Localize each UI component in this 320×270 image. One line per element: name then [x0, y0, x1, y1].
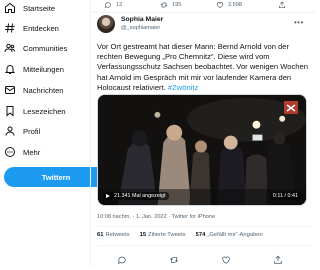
likes-stat[interactable]: 574 „Gefällt mir“-Angaben	[196, 232, 263, 238]
sidebar-item-label: Mitteilungen	[23, 64, 64, 74]
hashtag-link[interactable]: #Zwönitz	[168, 83, 198, 92]
communities-icon	[4, 42, 16, 54]
author-handle[interactable]: @_sophiamaier	[121, 25, 160, 31]
sidebar-item-communities[interactable]: Communities	[4, 40, 67, 56]
separator	[91, 12, 316, 13]
like-action[interactable]: 3.598	[216, 1, 242, 9]
video-player[interactable]: 21.341 Mal angezeigt 0:11 / 0:41	[97, 94, 307, 206]
sidebar-item-startseite[interactable]: Startseite	[4, 0, 55, 16]
reply-action[interactable]: 12	[104, 1, 122, 9]
mail-icon	[4, 84, 16, 96]
avatar[interactable]	[97, 15, 115, 33]
tweet-stats: 61 Retweets 15 Zitierte Tweets 574 „Gefällt…	[97, 232, 263, 238]
retweet-icon	[160, 2, 168, 8]
profile-icon	[4, 125, 16, 137]
hashtag-icon	[4, 22, 16, 34]
channel-logo-icon	[284, 101, 298, 114]
quotes-stat[interactable]: 15 Zitierte Tweets	[140, 232, 186, 238]
video-views: 21.341 Mal angezeigt	[114, 193, 166, 199]
separator	[97, 226, 313, 227]
sidebar-item-label: Profil	[23, 126, 41, 136]
like-button[interactable]	[221, 252, 231, 264]
share-icon	[274, 255, 282, 264]
share-icon	[279, 1, 285, 8]
play-icon	[106, 194, 110, 198]
sidebar-item-label: Entdecken	[23, 23, 59, 33]
bell-icon	[4, 63, 16, 75]
sidebar-item-nachrichten[interactable]: Nachrichten	[4, 82, 64, 98]
sidebar-item-label: Startseite	[23, 3, 56, 13]
column-divider	[90, 0, 91, 267]
tweet-button[interactable]: Twittern	[4, 167, 108, 187]
separator	[97, 245, 313, 246]
home-icon	[4, 2, 16, 14]
sidebar-item-label: Lesezeichen	[23, 106, 66, 116]
video-time: 0:11 / 0:41	[269, 192, 301, 200]
sidebar-item-label: Mehr	[23, 147, 41, 157]
video-views-badge: 21.341 Mal angezeigt	[103, 192, 169, 200]
tweet-meta: 10:08 nachm. · 1. Jan. 2022 · Twitter fo…	[97, 214, 216, 220]
sidebar-item-profil[interactable]: Profil	[4, 123, 40, 139]
sidebar-item-label: Communities	[23, 43, 68, 53]
sidebar-item-mehr[interactable]: Mehr	[4, 144, 40, 160]
tweet-actions	[97, 250, 313, 265]
retweet-count: 195	[172, 2, 182, 8]
reply-icon	[104, 2, 111, 9]
share-action[interactable]	[278, 1, 290, 9]
sidebar: Startseite Entdecken Communities Mitteil…	[0, 0, 108, 267]
reply-count: 12	[116, 2, 123, 8]
tweet-text: Vor Ort gestreamt hat dieser Mann: Bernd…	[97, 42, 313, 93]
sidebar-item-mitteilungen[interactable]: Mitteilungen	[4, 61, 64, 77]
heart-icon	[217, 2, 223, 9]
sidebar-item-entdecken[interactable]: Entdecken	[4, 20, 59, 36]
retweet-icon	[169, 257, 179, 263]
more-circle-icon	[4, 146, 16, 158]
retweets-stat[interactable]: 61 Retweets	[97, 232, 130, 238]
previous-tweet-actions: 12 195 3.598	[98, 0, 308, 12]
reply-icon	[118, 256, 126, 265]
sidebar-item-lesezeichen[interactable]: Lesezeichen	[4, 103, 66, 119]
more-options-icon[interactable]: •••	[294, 18, 304, 27]
tweet-body: Vor Ort gestreamt hat dieser Mann: Bernd…	[97, 42, 308, 92]
sidebar-item-label: Nachrichten	[23, 85, 64, 95]
reply-button[interactable]	[117, 252, 127, 265]
author-name[interactable]: Sophia Maier	[121, 16, 163, 23]
retweet-action[interactable]: 195	[160, 1, 181, 9]
heart-icon	[222, 256, 230, 264]
video-frame	[98, 95, 306, 205]
like-count: 3.598	[228, 2, 242, 8]
share-button[interactable]	[273, 252, 283, 264]
bookmark-icon	[4, 105, 16, 117]
retweet-button[interactable]	[169, 252, 179, 263]
